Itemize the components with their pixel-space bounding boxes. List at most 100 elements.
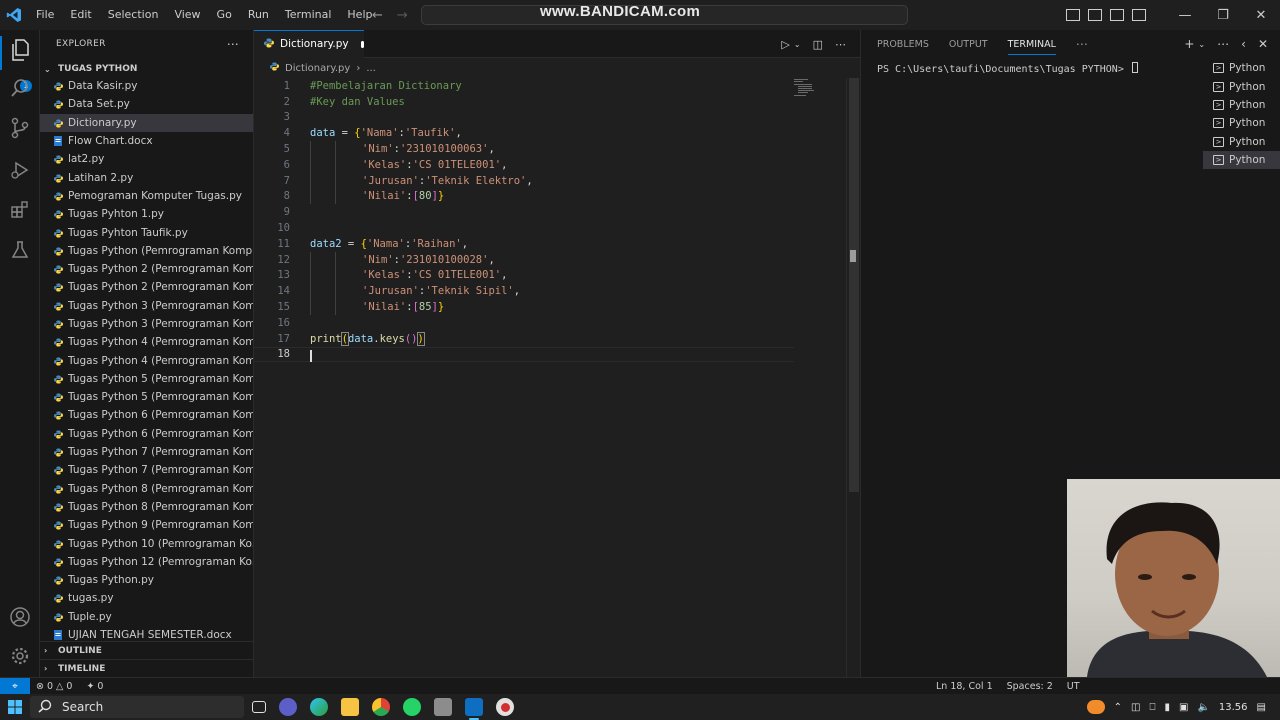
file-item[interactable]: Tugas Pyhton Taufik.py <box>40 223 253 241</box>
terminal-output[interactable]: PS C:\Users\taufi\Documents\Tugas PYTHON… <box>877 62 1138 75</box>
tab-dictionary-py[interactable]: Dictionary.py <box>254 29 364 58</box>
run-dropdown-chevron-icon[interactable]: ⌄ <box>794 40 801 49</box>
file-item[interactable]: Tugas Pyhton 1.py <box>40 205 253 223</box>
tab-terminal[interactable]: TERMINAL <box>1007 39 1056 55</box>
remote-indicator-icon[interactable]: ⌖ <box>0 677 30 695</box>
file-item[interactable]: Tugas Python 5 (Pemrograman Kom... <box>40 370 253 388</box>
settings-gear-icon[interactable] <box>8 644 32 668</box>
file-item[interactable]: Tugas Python 2 (Pemrograman Kom... <box>40 260 253 278</box>
tab-output[interactable]: OUTPUT <box>949 39 988 50</box>
file-explorer-icon[interactable] <box>341 698 359 716</box>
file-item[interactable]: Tugas Python.py <box>40 571 253 589</box>
sash-handle[interactable] <box>850 250 856 262</box>
unsaved-dot-icon[interactable] <box>360 40 364 48</box>
testing-flask-icon[interactable] <box>8 238 32 262</box>
file-item[interactable]: Pemograman Komputer Tugas.py <box>40 187 253 205</box>
terminal-instance[interactable]: > Python <box>1203 77 1280 95</box>
more-actions-icon[interactable]: ⋯ <box>227 37 239 51</box>
breadcrumb-symbols[interactable]: ... <box>366 63 376 74</box>
chrome-browser-icon[interactable] <box>372 698 390 716</box>
file-item[interactable]: Data Set.py <box>40 95 253 113</box>
toggle-sidebar-icon[interactable] <box>1066 9 1080 21</box>
minimize-button[interactable]: — <box>1166 8 1204 23</box>
show-hidden-icons-chevron-icon[interactable]: ⌃ <box>1114 702 1122 713</box>
file-item[interactable]: Tugas Python 2 (Pemrograman Kom... <box>40 278 253 296</box>
notifications-icon[interactable]: ▤ <box>1257 702 1266 713</box>
account-icon[interactable] <box>8 605 32 629</box>
panel-more-icon[interactable]: ⋯ <box>1076 37 1088 51</box>
file-item[interactable]: Tugas Python 6 (Pemrograman Kom... <box>40 425 253 443</box>
vscode-taskbar-icon[interactable] <box>465 698 483 720</box>
forward-arrow-icon[interactable]: → <box>397 8 408 23</box>
clock[interactable]: 13.56 <box>1219 702 1248 713</box>
weather-icon[interactable] <box>1086 700 1105 714</box>
file-item[interactable]: Data Kasir.py <box>40 77 253 95</box>
menu-go[interactable]: Go <box>209 0 240 30</box>
microphone-icon[interactable]: ▮ <box>1164 702 1170 713</box>
file-item[interactable]: Tuple.py <box>40 608 253 626</box>
file-item[interactable]: Tugas Python 7 (Pemrograman Kom... <box>40 443 253 461</box>
customize-layout-icon[interactable] <box>1132 9 1146 21</box>
breadcrumb-file[interactable]: Dictionary.py <box>285 63 350 74</box>
source-control-icon[interactable] <box>8 116 32 140</box>
windows-start-icon[interactable] <box>0 694 30 720</box>
file-item[interactable]: lat2.py <box>40 150 253 168</box>
outline-section[interactable]: › OUTLINE <box>40 641 253 659</box>
file-item[interactable]: Tugas Python 10 (Pemrograman Ko... <box>40 534 253 552</box>
new-terminal-plus-icon[interactable]: + <box>1184 37 1194 51</box>
extensions-icon[interactable] <box>8 198 32 222</box>
file-item[interactable]: tugas.py <box>40 589 253 607</box>
file-item[interactable]: Tugas Python 4 (Pemrograman Kom... <box>40 333 253 351</box>
menu-terminal[interactable]: Terminal <box>277 0 340 30</box>
encoding[interactable]: UT <box>1067 681 1080 692</box>
network-icon[interactable]: ▣ <box>1179 702 1188 713</box>
file-item[interactable]: Tugas Python 5 (Pemrograman Kom... <box>40 388 253 406</box>
code-area[interactable]: 1 #Pembelajaran Dictionary 2 #Key dan Valu… <box>254 78 844 363</box>
volume-icon[interactable]: 🔈 <box>1197 702 1209 713</box>
timeline-section[interactable]: › TIMELINE <box>40 659 253 677</box>
meet-now-icon[interactable]: ◫ <box>1131 702 1140 713</box>
chevron-left-icon[interactable]: ‹ <box>1241 37 1246 51</box>
edge-browser-icon[interactable] <box>310 698 328 716</box>
file-item[interactable]: Tugas Python 12 (Pemrograman Ko... <box>40 553 253 571</box>
cursor-position[interactable]: Ln 18, Col 1 <box>936 681 993 692</box>
file-item[interactable]: Tugas Python 3 (Pemrograman Kom... <box>40 315 253 333</box>
terminal-instance[interactable]: > Python <box>1203 59 1280 77</box>
menu-edit[interactable]: Edit <box>62 0 99 30</box>
file-item[interactable]: Dictionary.py <box>40 113 253 132</box>
bandicam-record-icon[interactable] <box>496 698 514 716</box>
back-arrow-icon[interactable]: ← <box>372 8 383 23</box>
terminal-instance[interactable]: > Python <box>1203 133 1280 151</box>
file-item[interactable]: Tugas Python 4 (Pemrograman Kom... <box>40 351 253 369</box>
terminal-instance[interactable]: > Python <box>1203 96 1280 114</box>
problems-status[interactable]: ⊗ 0 △ 0 <box>36 681 72 692</box>
editor-more-icon[interactable]: ⋯ <box>835 38 846 51</box>
run-python-file-icon[interactable]: ▷ <box>781 38 789 51</box>
terminal-more-icon[interactable]: ⋯ <box>1217 37 1229 51</box>
file-item[interactable]: Tugas Python 6 (Pemrograman Kom... <box>40 406 253 424</box>
run-debug-icon[interactable] <box>8 158 32 182</box>
file-item[interactable]: Tugas Python 9 (Pemrograman Kom... <box>40 516 253 534</box>
minimap[interactable] <box>794 78 818 98</box>
tab-problems[interactable]: PROBLEMS <box>877 39 929 50</box>
toggle-panel-icon[interactable] <box>1088 9 1102 21</box>
meet-app-icon[interactable] <box>279 698 297 716</box>
scrollbar-thumb[interactable] <box>849 78 859 492</box>
folder-tugas-python[interactable]: ⌄ TUGAS PYTHON <box>40 59 253 79</box>
menu-file[interactable]: File <box>28 0 62 30</box>
snipping-tool-icon[interactable] <box>434 698 452 716</box>
usb-icon[interactable]: ⎕ <box>1149 702 1155 713</box>
whatsapp-icon[interactable] <box>403 698 421 716</box>
task-view-icon[interactable] <box>252 701 266 713</box>
menu-run[interactable]: Run <box>240 0 277 30</box>
close-window-button[interactable]: ✕ <box>1242 8 1280 23</box>
file-item[interactable]: Tugas Python 8 (Pemrograman Kom... <box>40 480 253 498</box>
toggle-secondary-sidebar-icon[interactable] <box>1110 9 1124 21</box>
file-item[interactable]: Tugas Python 7 (Pemrograman Kom... <box>40 461 253 479</box>
menu-selection[interactable]: Selection <box>100 0 167 30</box>
indentation[interactable]: Spaces: 2 <box>1007 681 1053 692</box>
file-item[interactable]: Flow Chart.docx <box>40 132 253 150</box>
ports-status[interactable]: ✦ 0 <box>86 681 103 692</box>
terminal-instance[interactable]: > Python <box>1203 150 1280 170</box>
explorer-files-icon[interactable] <box>8 38 32 62</box>
